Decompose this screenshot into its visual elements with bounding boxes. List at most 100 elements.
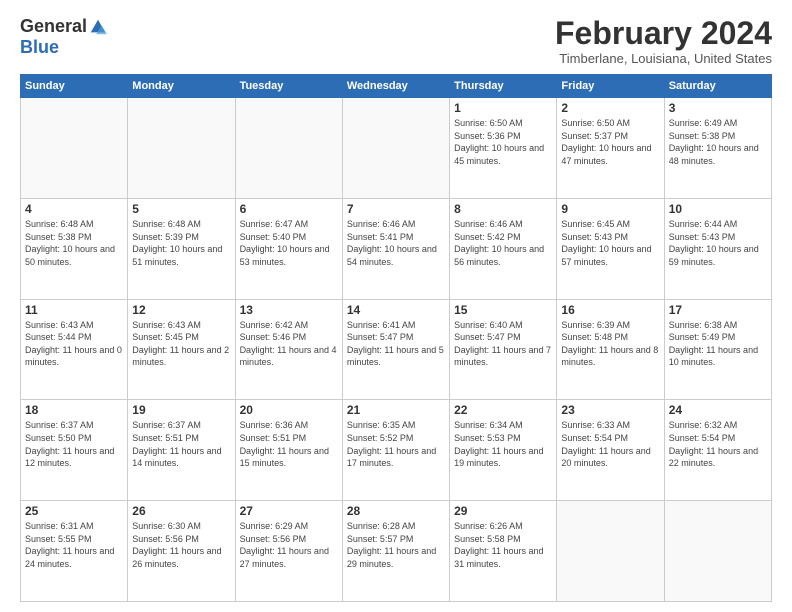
header-tuesday: Tuesday: [235, 75, 342, 98]
day-info: Sunrise: 6:36 AM Sunset: 5:51 PM Dayligh…: [240, 419, 338, 469]
day-number: 27: [240, 504, 338, 518]
day-info: Sunrise: 6:46 AM Sunset: 5:41 PM Dayligh…: [347, 218, 445, 268]
month-title: February 2024: [555, 16, 772, 51]
day-info: Sunrise: 6:37 AM Sunset: 5:51 PM Dayligh…: [132, 419, 230, 469]
calendar-cell: 21 Sunrise: 6:35 AM Sunset: 5:52 PM Dayli…: [342, 400, 449, 501]
calendar-cell: 8 Sunrise: 6:46 AM Sunset: 5:42 PM Daylig…: [450, 198, 557, 299]
day-number: 20: [240, 403, 338, 417]
calendar-cell: 1Sunrise: 6:50 AM Sunset: 5:36 PM Daylig…: [450, 98, 557, 199]
calendar-table: Sunday Monday Tuesday Wednesday Thursday…: [20, 74, 772, 602]
day-info: Sunrise: 6:43 AM Sunset: 5:44 PM Dayligh…: [25, 319, 123, 369]
page: General Blue February 2024 Timberlane, L…: [0, 0, 792, 612]
day-info: Sunrise: 6:50 AM Sunset: 5:37 PM Dayligh…: [561, 117, 659, 167]
day-number: 16: [561, 303, 659, 317]
day-number: 10: [669, 202, 767, 216]
week-row-3: 18Sunrise: 6:37 AM Sunset: 5:50 PM Dayli…: [21, 400, 772, 501]
calendar-cell: 17 Sunrise: 6:38 AM Sunset: 5:49 PM Dayli…: [664, 299, 771, 400]
header-monday: Monday: [128, 75, 235, 98]
day-number: 19: [132, 403, 230, 417]
day-number: 21: [347, 403, 445, 417]
calendar-cell: 25Sunrise: 6:31 AM Sunset: 5:55 PM Dayli…: [21, 501, 128, 602]
logo-general-text: General: [20, 16, 87, 37]
calendar-cell: 7Sunrise: 6:46 AM Sunset: 5:41 PM Daylig…: [342, 198, 449, 299]
day-number: 9: [561, 202, 659, 216]
calendar-cell: [128, 98, 235, 199]
day-info: Sunrise: 6:26 AM Sunset: 5:58 PM Dayligh…: [454, 520, 552, 570]
day-number: 8: [454, 202, 552, 216]
calendar-cell: 2Sunrise: 6:50 AM Sunset: 5:37 PM Daylig…: [557, 98, 664, 199]
header-row: Sunday Monday Tuesday Wednesday Thursday…: [21, 75, 772, 98]
calendar-cell: 24Sunrise: 6:32 AM Sunset: 5:54 PM Dayli…: [664, 400, 771, 501]
day-info: Sunrise: 6:42 AM Sunset: 5:46 PM Dayligh…: [240, 319, 338, 369]
calendar-cell: [664, 501, 771, 602]
calendar-cell: 16 Sunrise: 6:39 AM Sunset: 5:48 PM Dayli…: [557, 299, 664, 400]
day-number: 28: [347, 504, 445, 518]
day-info: Sunrise: 6:39 AM Sunset: 5:48 PM Dayligh…: [561, 319, 659, 369]
day-info: Sunrise: 6:37 AM Sunset: 5:50 PM Dayligh…: [25, 419, 123, 469]
header-sunday: Sunday: [21, 75, 128, 98]
day-info: Sunrise: 6:45 AM Sunset: 5:43 PM Dayligh…: [561, 218, 659, 268]
week-row-1: 4 Sunrise: 6:48 AM Sunset: 5:38 PM Daylig…: [21, 198, 772, 299]
calendar-cell: [235, 98, 342, 199]
day-number: 23: [561, 403, 659, 417]
logo: General Blue: [20, 16, 107, 58]
day-info: Sunrise: 6:48 AM Sunset: 5:39 PM Dayligh…: [132, 218, 230, 268]
day-info: Sunrise: 6:38 AM Sunset: 5:49 PM Dayligh…: [669, 319, 767, 369]
title-area: February 2024 Timberlane, Louisiana, Uni…: [555, 16, 772, 66]
day-info: Sunrise: 6:33 AM Sunset: 5:54 PM Dayligh…: [561, 419, 659, 469]
day-info: Sunrise: 6:32 AM Sunset: 5:54 PM Dayligh…: [669, 419, 767, 469]
week-row-0: 1Sunrise: 6:50 AM Sunset: 5:36 PM Daylig…: [21, 98, 772, 199]
calendar-cell: 6 Sunrise: 6:47 AM Sunset: 5:40 PM Daylig…: [235, 198, 342, 299]
logo-blue-text: Blue: [20, 37, 59, 58]
week-row-2: 11Sunrise: 6:43 AM Sunset: 5:44 PM Dayli…: [21, 299, 772, 400]
calendar-cell: 14 Sunrise: 6:41 AM Sunset: 5:47 PM Dayli…: [342, 299, 449, 400]
day-number: 1: [454, 101, 552, 115]
calendar-cell: 22 Sunrise: 6:34 AM Sunset: 5:53 PM Dayli…: [450, 400, 557, 501]
calendar-cell: 18Sunrise: 6:37 AM Sunset: 5:50 PM Dayli…: [21, 400, 128, 501]
day-info: Sunrise: 6:35 AM Sunset: 5:52 PM Dayligh…: [347, 419, 445, 469]
day-number: 22: [454, 403, 552, 417]
calendar-cell: 23 Sunrise: 6:33 AM Sunset: 5:54 PM Dayli…: [557, 400, 664, 501]
header-saturday: Saturday: [664, 75, 771, 98]
header: General Blue February 2024 Timberlane, L…: [20, 16, 772, 66]
day-info: Sunrise: 6:43 AM Sunset: 5:45 PM Dayligh…: [132, 319, 230, 369]
day-info: Sunrise: 6:30 AM Sunset: 5:56 PM Dayligh…: [132, 520, 230, 570]
day-info: Sunrise: 6:47 AM Sunset: 5:40 PM Dayligh…: [240, 218, 338, 268]
calendar-cell: 4 Sunrise: 6:48 AM Sunset: 5:38 PM Daylig…: [21, 198, 128, 299]
day-number: 5: [132, 202, 230, 216]
day-number: 17: [669, 303, 767, 317]
calendar-cell: 3Sunrise: 6:49 AM Sunset: 5:38 PM Daylig…: [664, 98, 771, 199]
calendar-cell: 29 Sunrise: 6:26 AM Sunset: 5:58 PM Dayli…: [450, 501, 557, 602]
day-info: Sunrise: 6:48 AM Sunset: 5:38 PM Dayligh…: [25, 218, 123, 268]
week-row-4: 25Sunrise: 6:31 AM Sunset: 5:55 PM Dayli…: [21, 501, 772, 602]
day-info: Sunrise: 6:41 AM Sunset: 5:47 PM Dayligh…: [347, 319, 445, 369]
header-thursday: Thursday: [450, 75, 557, 98]
calendar-cell: [21, 98, 128, 199]
day-number: 6: [240, 202, 338, 216]
calendar-cell: 5 Sunrise: 6:48 AM Sunset: 5:39 PM Daylig…: [128, 198, 235, 299]
day-number: 14: [347, 303, 445, 317]
day-info: Sunrise: 6:40 AM Sunset: 5:47 PM Dayligh…: [454, 319, 552, 369]
header-friday: Friday: [557, 75, 664, 98]
day-info: Sunrise: 6:44 AM Sunset: 5:43 PM Dayligh…: [669, 218, 767, 268]
day-number: 29: [454, 504, 552, 518]
day-number: 4: [25, 202, 123, 216]
calendar-cell: 27 Sunrise: 6:29 AM Sunset: 5:56 PM Dayli…: [235, 501, 342, 602]
calendar-cell: [342, 98, 449, 199]
day-info: Sunrise: 6:29 AM Sunset: 5:56 PM Dayligh…: [240, 520, 338, 570]
calendar-cell: 13 Sunrise: 6:42 AM Sunset: 5:46 PM Dayli…: [235, 299, 342, 400]
calendar-cell: 28 Sunrise: 6:28 AM Sunset: 5:57 PM Dayli…: [342, 501, 449, 602]
day-number: 13: [240, 303, 338, 317]
calendar-cell: 10 Sunrise: 6:44 AM Sunset: 5:43 PM Dayli…: [664, 198, 771, 299]
subtitle: Timberlane, Louisiana, United States: [555, 51, 772, 66]
logo-icon: [89, 18, 107, 36]
day-info: Sunrise: 6:34 AM Sunset: 5:53 PM Dayligh…: [454, 419, 552, 469]
day-number: 15: [454, 303, 552, 317]
calendar-cell: 15 Sunrise: 6:40 AM Sunset: 5:47 PM Dayli…: [450, 299, 557, 400]
calendar-cell: 9 Sunrise: 6:45 AM Sunset: 5:43 PM Daylig…: [557, 198, 664, 299]
day-number: 25: [25, 504, 123, 518]
calendar-cell: 11Sunrise: 6:43 AM Sunset: 5:44 PM Dayli…: [21, 299, 128, 400]
day-info: Sunrise: 6:28 AM Sunset: 5:57 PM Dayligh…: [347, 520, 445, 570]
day-info: Sunrise: 6:46 AM Sunset: 5:42 PM Dayligh…: [454, 218, 552, 268]
day-info: Sunrise: 6:49 AM Sunset: 5:38 PM Dayligh…: [669, 117, 767, 167]
